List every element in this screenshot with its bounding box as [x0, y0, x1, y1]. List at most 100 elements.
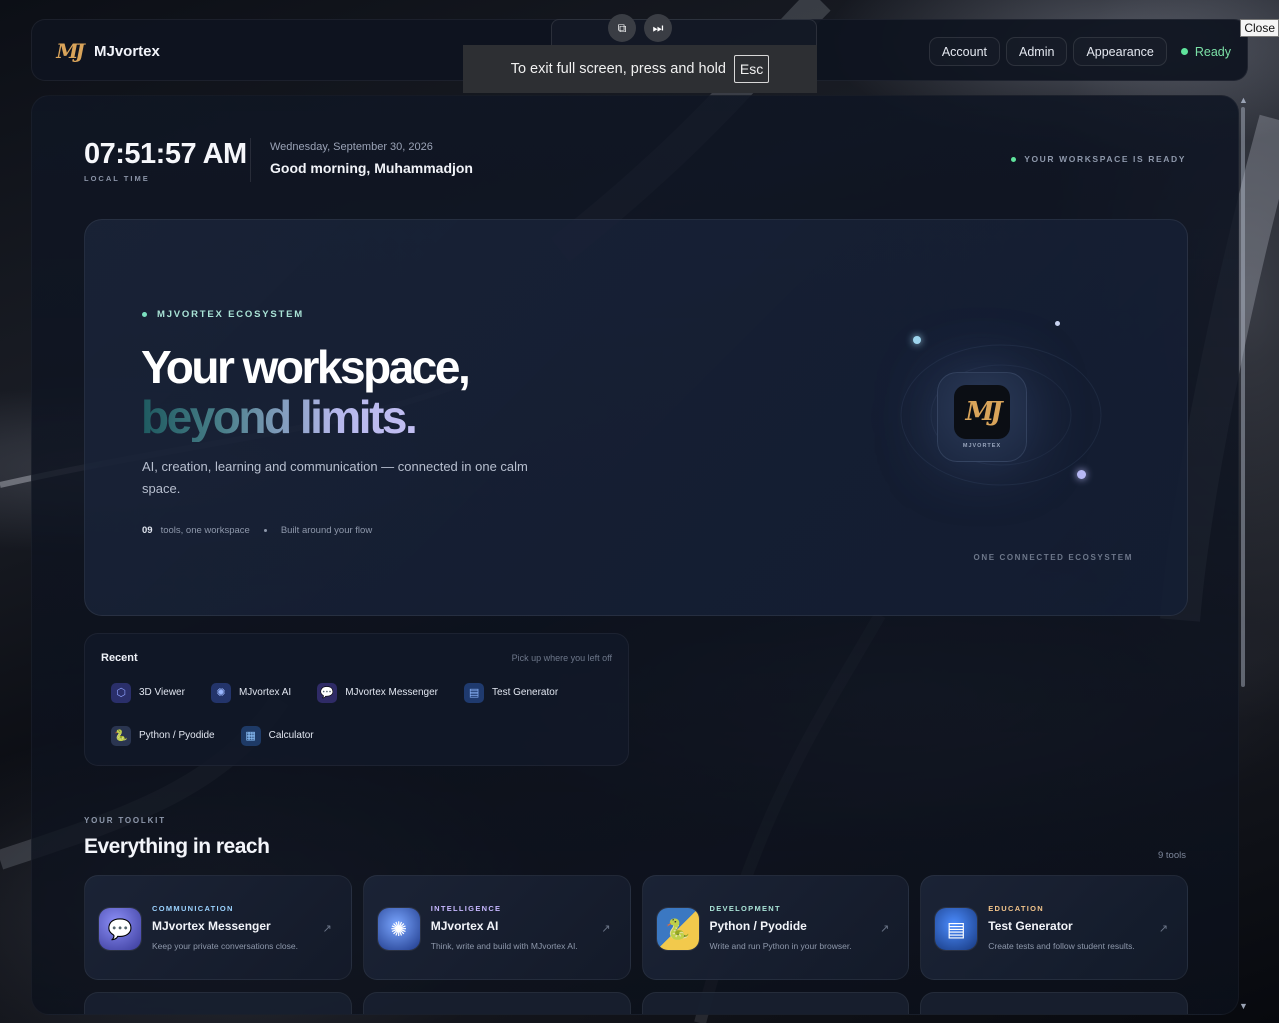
exit-fullscreen-icon[interactable]: ⧉ [608, 14, 636, 42]
chat-bubble-icon: 💬 [99, 908, 141, 950]
status-text: Ready [1194, 44, 1231, 59]
recent-item-test-generator[interactable]: ▤ Test Generator [454, 676, 568, 709]
ai-brain-icon: ✺ [377, 908, 420, 950]
clock: 07:51:57 AM LOCAL TIME [84, 138, 247, 183]
card-description: Write and run Python in your browser. [709, 941, 852, 951]
hero-card: MJVORTEX ECOSYSTEM Your workspace, beyon… [84, 219, 1188, 616]
recent-item-label: Python / Pyodide [139, 730, 215, 741]
card-category: INTELLIGENCE [430, 904, 502, 913]
recent-hint: Pick up where you left off [511, 653, 612, 663]
arrow-up-right-icon: ↗ [1158, 923, 1168, 935]
greeting: Wednesday, September 30, 2026 Good morni… [270, 141, 473, 176]
recent-item-3d-viewer[interactable]: ⬡ 3D Viewer [101, 676, 195, 709]
esc-key: Esc [733, 55, 770, 83]
recent-item-python[interactable]: 🐍 Python / Pyodide [101, 719, 225, 752]
tool-card-test-generator[interactable]: ▤ EDUCATION Test Generator Create tests … [920, 875, 1188, 980]
tool-card-partial[interactable] [920, 992, 1188, 1014]
account-button[interactable]: Account [928, 37, 1000, 66]
arrow-up-right-icon: ↗ [880, 923, 890, 935]
workspace-status-dot-icon [1011, 156, 1017, 162]
admin-button[interactable]: Admin [1006, 37, 1068, 66]
card-category: EDUCATION [988, 904, 1044, 913]
test-doc-icon: ▤ [935, 908, 978, 950]
skip-forward-icon[interactable]: ⏭ [644, 14, 672, 42]
clock-label: LOCAL TIME [84, 174, 150, 183]
card-name: Python / Pyodide [709, 919, 807, 933]
hero-meta: 09 tools, one workspace Built around you… [142, 525, 372, 536]
hero-logo: MJ MJVORTEX [937, 372, 1027, 462]
scroll-up-icon[interactable]: ▲ [1239, 95, 1248, 105]
hero-eyebrow-dot-icon [142, 312, 147, 317]
arrow-up-right-icon: ↗ [322, 923, 332, 935]
arrow-up-right-icon: ↗ [601, 923, 611, 935]
recent-list: ⬡ 3D Viewer ✺ MJvortex AI 💬 MJvortex Mes… [101, 676, 621, 762]
card-name: MJvortex Messenger [152, 919, 271, 933]
card-name: MJvortex AI [430, 919, 499, 933]
hero-footer: ONE CONNECTED ECOSYSTEM [973, 553, 1133, 562]
tool-card-messenger[interactable]: 💬 COMMUNICATION MJvortex Messenger Keep … [84, 875, 352, 980]
card-description: Think, write and build with MJvortex AI. [430, 941, 578, 951]
meta-separator [263, 529, 267, 532]
main-panel: 07:51:57 AM LOCAL TIME Wednesday, Septem… [31, 95, 1239, 1015]
current-date: Wednesday, September 30, 2026 [270, 141, 433, 153]
card-name: Test Generator [988, 919, 1073, 933]
tools-count: 09 [142, 525, 153, 536]
toolkit-title: Everything in reach [84, 835, 270, 858]
recent-title: Recent [101, 652, 138, 664]
recent-item-messenger[interactable]: 💬 MJvortex Messenger [307, 676, 448, 709]
python-icon: 🐍 [111, 725, 131, 746]
appearance-button[interactable]: Appearance [1073, 37, 1167, 66]
tool-cards: 💬 COMMUNICATION MJvortex Messenger Keep … [84, 875, 1188, 1014]
hero-title-line1: Your workspace, [141, 341, 471, 393]
recent-item-label: Calculator [268, 730, 314, 741]
card-description: Create tests and follow student results. [988, 941, 1135, 951]
tool-card-partial[interactable] [84, 992, 352, 1014]
clock-time: 07:51:57 AM [84, 138, 247, 170]
test-doc-icon: ▤ [464, 682, 485, 703]
status-dot-icon [1180, 48, 1188, 55]
workspace-status-text: YOUR WORKSPACE IS READY [1024, 154, 1186, 164]
scrollbar-thumb[interactable] [1241, 107, 1245, 687]
recent-panel: Recent Pick up where you left off ⬡ 3D V… [84, 633, 629, 766]
recent-item-label: Test Generator [492, 687, 559, 698]
top-nav: Account Admin Appearance Ready [928, 37, 1235, 66]
hero-logo-caption: MJVORTEX [962, 443, 1002, 449]
cube-icon: ⬡ [111, 682, 131, 703]
hero-title-line2: beyond limits. [141, 392, 468, 442]
recent-item-mjvortex-ai[interactable]: ✺ MJvortex AI [201, 676, 301, 709]
tool-card-mjvortex-ai[interactable]: ✺ INTELLIGENCE MJvortex AI Think, write … [362, 875, 631, 980]
header-divider [250, 138, 251, 182]
brand-logo-icon: MJ [56, 39, 85, 63]
brand[interactable]: MJ MJvortex [52, 36, 160, 66]
orbit-spark [1055, 321, 1060, 326]
tool-card-partial[interactable] [641, 992, 910, 1014]
flow-text: Built around your flow [280, 525, 373, 536]
calculator-icon: ▦ [240, 725, 261, 746]
card-category: DEVELOPMENT [709, 904, 781, 913]
chat-bubble-icon: 💬 [317, 682, 338, 703]
greeting-message: Good morning, Muhammadjon [270, 160, 473, 176]
python-icon: 🐍 [656, 908, 699, 950]
scroll-down-icon[interactable]: ▼ [1239, 1001, 1248, 1011]
card-description: Keep your private conversations close. [152, 941, 298, 951]
hero-title: Your workspace, beyond limits. [141, 341, 471, 442]
recent-item-label: MJvortex Messenger [345, 687, 439, 698]
status-indicator: Ready [1173, 45, 1235, 59]
toolkit-count: 9 tools [1158, 850, 1186, 861]
tool-card-python[interactable]: 🐍 DEVELOPMENT Python / Pyodide Write and… [641, 875, 910, 980]
tools-text: tools, one workspace [160, 525, 250, 536]
recent-item-calculator[interactable]: ▦ Calculator [231, 719, 324, 752]
orbit-spark [1077, 470, 1086, 479]
ai-orb-icon: ✺ [210, 682, 231, 703]
page-scrollbar[interactable]: ▲ ▼ [1239, 95, 1248, 1015]
mjvortex-logo-icon: MJ [954, 385, 1010, 439]
toolkit-eyebrow: YOUR TOOLKIT [84, 816, 166, 825]
card-category: COMMUNICATION [152, 904, 234, 913]
hero-subtitle: AI, creation, learning and communication… [142, 459, 528, 496]
orbit-spark [913, 336, 921, 344]
hero-eyebrow-text: MJVORTEX ECOSYSTEM [157, 309, 304, 320]
workspace-status: YOUR WORKSPACE IS READY [1011, 154, 1186, 164]
recent-item-label: MJvortex AI [238, 687, 292, 698]
brand-name: MJvortex [94, 42, 160, 60]
tool-card-partial[interactable] [362, 992, 631, 1014]
